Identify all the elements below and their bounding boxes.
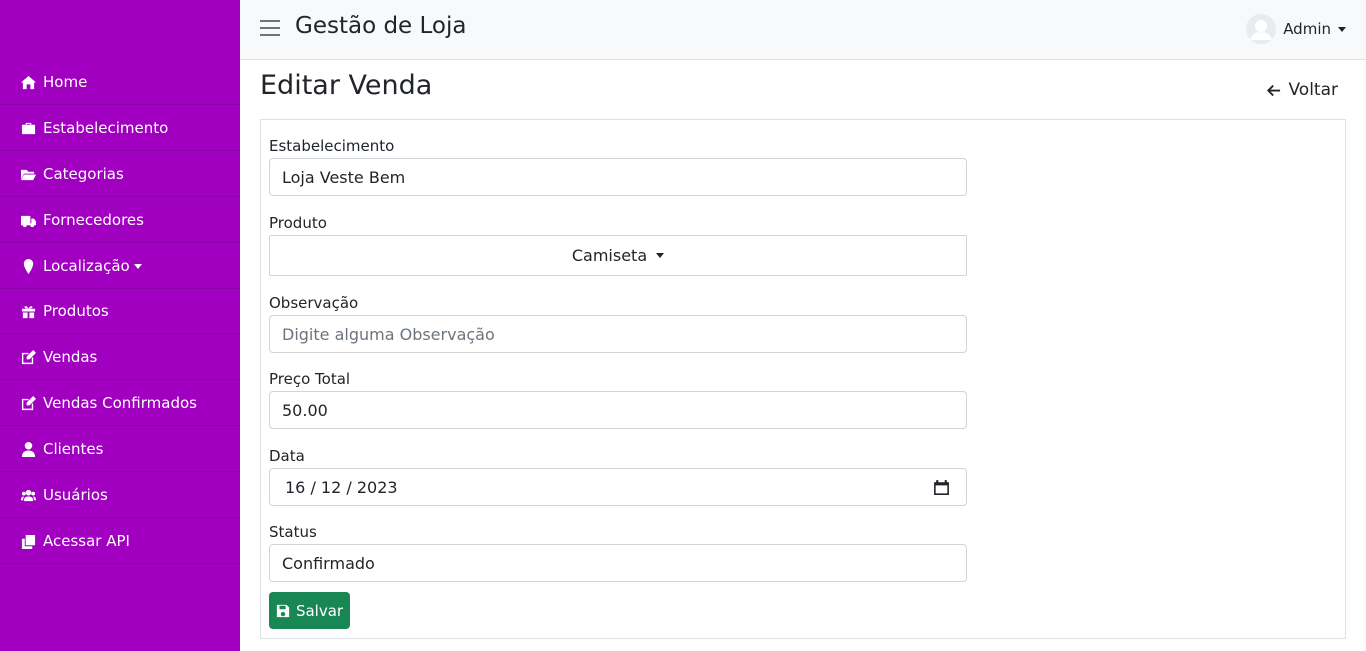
avatar (1246, 14, 1277, 44)
sidebar-item-label: Home (43, 73, 88, 91)
sidebar-item-acessar-api[interactable]: Acessar API (0, 519, 240, 564)
status-field[interactable]: Confirmado (269, 544, 967, 582)
sidebar-item-home[interactable]: Home (0, 60, 240, 105)
sidebar-item-fornecedores[interactable]: Fornecedores (0, 198, 240, 243)
save-icon (276, 604, 290, 617)
estabelecimento-field[interactable]: Loja Veste Bem (269, 158, 967, 196)
gift-icon (20, 304, 37, 319)
data-label: Data (269, 447, 305, 465)
preco-total-field[interactable]: 50.00 (269, 391, 967, 429)
sidebar-item-label: Produtos (43, 302, 109, 320)
user-menu[interactable]: Admin (1246, 14, 1346, 44)
status-label: Status (269, 523, 317, 541)
user-name: Admin (1283, 20, 1331, 38)
home-icon (20, 75, 37, 90)
sidebar-item-label: Vendas (43, 348, 98, 366)
back-label: Voltar (1288, 80, 1338, 100)
truck-icon (20, 213, 37, 228)
page-title: Editar Venda (260, 70, 433, 101)
chevron-down-icon (656, 253, 665, 258)
briefcase-icon (20, 121, 37, 136)
edit-icon (20, 349, 37, 365)
calendar-icon[interactable] (933, 479, 950, 496)
estabelecimento-label: Estabelecimento (269, 137, 395, 155)
sidebar-item-categorias[interactable]: Categorias (0, 152, 240, 197)
menu-toggle-icon[interactable] (260, 20, 280, 38)
sidebar-item-label: Localização (43, 257, 130, 275)
data-value: 16 / 12 / 2023 (285, 477, 398, 497)
save-label: Salvar (295, 601, 344, 620)
edit-icon (20, 395, 37, 411)
sidebar-item-label: Vendas Confirmados (43, 394, 197, 412)
users-icon (20, 488, 37, 503)
observacao-label: Observação (269, 294, 359, 312)
sidebar-item-vendas-confirmados[interactable]: Vendas Confirmados (0, 381, 240, 426)
copy-icon (20, 534, 37, 549)
preco-total-label: Preço Total (269, 370, 351, 388)
data-field[interactable]: 16 / 12 / 2023 (269, 468, 967, 506)
map-marker-icon (20, 258, 37, 274)
folder-open-icon (20, 167, 37, 182)
arrow-left-icon (1267, 84, 1281, 96)
sidebar-item-vendas[interactable]: Vendas (0, 335, 240, 380)
observacao-input[interactable] (269, 315, 967, 353)
sidebar-item-label: Categorias (43, 165, 124, 183)
app-title: Gestão de Loja (295, 13, 467, 39)
sidebar-item-produtos[interactable]: Produtos (0, 289, 240, 334)
produto-value: Camiseta (571, 246, 648, 265)
sidebar-item-localizacao[interactable]: Localização (0, 244, 240, 289)
save-button[interactable]: Salvar (269, 592, 350, 629)
sidebar-item-clientes[interactable]: Clientes (0, 427, 240, 472)
sidebar-item-label: Estabelecimento (43, 119, 169, 137)
sidebar-item-label: Acessar API (43, 532, 130, 550)
sidebar-item-label: Usuários (43, 486, 108, 504)
sidebar-item-estabelecimento[interactable]: Estabelecimento (0, 106, 240, 151)
sidebar: Home Estabelecimento Categorias Forneced… (0, 0, 240, 651)
sidebar-item-label: Clientes (43, 440, 104, 458)
back-link[interactable]: Voltar (1266, 80, 1338, 100)
top-navbar: Gestão de Loja Admin (240, 0, 1366, 60)
sidebar-item-usuarios[interactable]: Usuários (0, 473, 240, 518)
produto-select[interactable]: Camiseta (269, 235, 967, 276)
user-icon (20, 441, 37, 457)
chevron-down-icon (1338, 26, 1346, 32)
sidebar-item-label: Fornecedores (43, 211, 144, 229)
produto-label: Produto (269, 214, 327, 232)
chevron-down-icon (133, 263, 142, 269)
